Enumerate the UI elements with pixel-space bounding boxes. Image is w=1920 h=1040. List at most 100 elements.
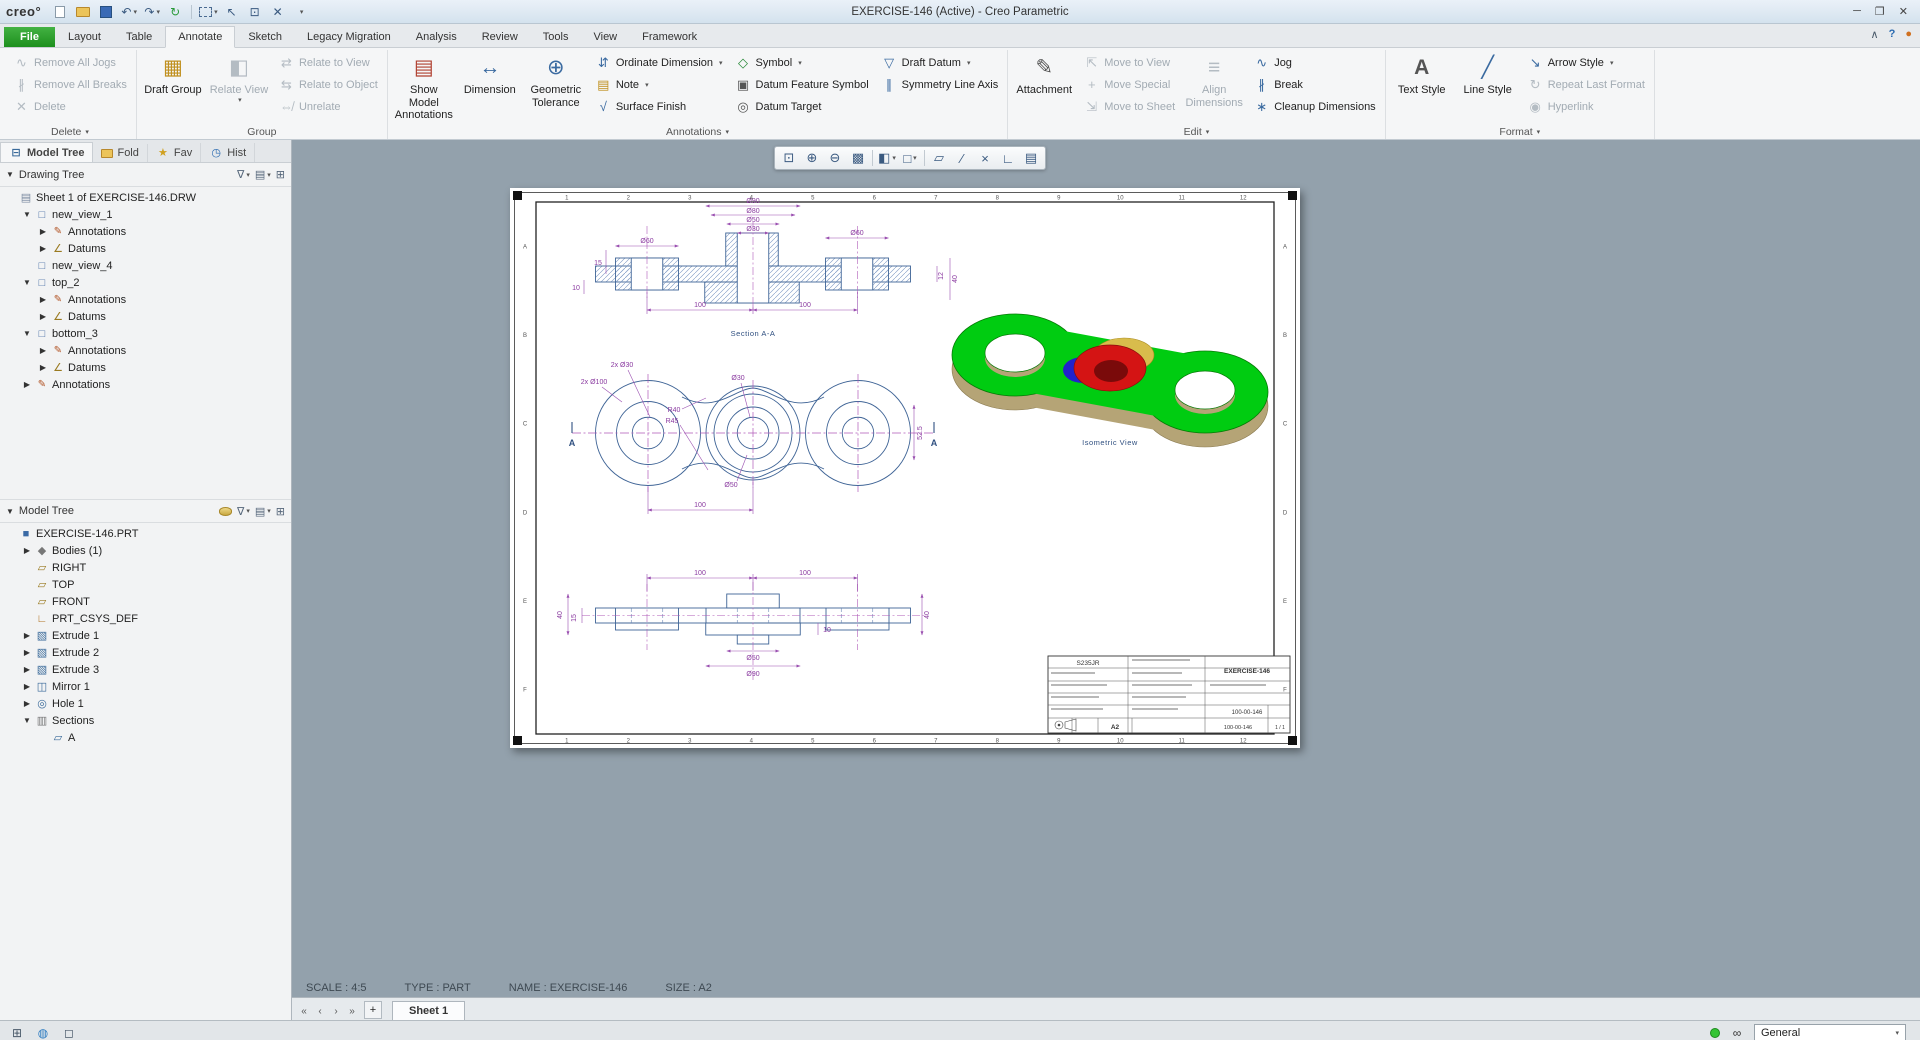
- first-sheet-button[interactable]: «: [296, 1002, 312, 1020]
- redo-button[interactable]: ↷ ▾: [143, 3, 161, 21]
- tree-item-top-2[interactable]: ▼ □ top_2: [0, 274, 291, 291]
- group-label-format[interactable]: Format ▾: [1390, 124, 1650, 139]
- expand-icon[interactable]: ▼: [22, 716, 32, 725]
- tab-legacy-migration[interactable]: Legacy Migration: [295, 27, 403, 47]
- section-view[interactable]: Ø90 Ø80 Ø50 Ø30 Ø60 Ø60 15 10 12 40 100 …: [572, 198, 959, 338]
- expand-icon[interactable]: ▶: [38, 312, 48, 321]
- dim-100-right[interactable]: 100: [799, 302, 811, 309]
- ordinate-caret-icon[interactable]: ▾: [719, 59, 723, 67]
- dim-12[interactable]: 12: [938, 272, 945, 280]
- line-style-button[interactable]: ╱ Line Style: [1456, 52, 1520, 120]
- tree-item-extrude-2[interactable]: ▶ ▧ Extrude 2: [0, 644, 291, 661]
- tree-item-bottom-3[interactable]: ▼ □ bottom_3: [0, 325, 291, 342]
- refit-button[interactable]: ⊡: [778, 148, 800, 168]
- dim-100-bottom-right[interactable]: 100: [799, 570, 811, 577]
- group-label-group[interactable]: Group: [141, 124, 383, 139]
- move-to-sheet-button[interactable]: ⇲ Move to Sheet: [1078, 96, 1180, 117]
- relate-to-object-button[interactable]: ⇆ Relate to Object: [273, 74, 383, 95]
- tree-item-annotations-root[interactable]: ▶ ✎ Annotations: [0, 376, 291, 393]
- dim-d60-right[interactable]: Ø60: [850, 230, 863, 237]
- dim-r40[interactable]: R40: [668, 407, 681, 414]
- attachment-button[interactable]: ✎ Attachment: [1012, 52, 1076, 120]
- zoom-in-button[interactable]: ⊕: [801, 148, 823, 168]
- find-icon[interactable]: ∞: [1728, 1024, 1746, 1040]
- draft-datum-button[interactable]: ▽ Draft Datum ▾: [876, 52, 1004, 73]
- save-button[interactable]: [97, 3, 115, 21]
- move-to-view-button[interactable]: ⇱ Move to View: [1078, 52, 1180, 73]
- plan-view[interactable]: 2x Ø30 2x Ø100 R40 R45 Ø30 Ø50 52.5 100 …: [569, 362, 938, 514]
- display-style-button[interactable]: ◧ ▾: [876, 148, 898, 168]
- tab-history[interactable]: ◷ Hist: [201, 143, 256, 162]
- tree-item-new-view-4[interactable]: ▶□new_view_4: [0, 257, 291, 274]
- tree-item-datums[interactable]: ▶ ∠ Datums: [0, 308, 291, 325]
- dim-d30[interactable]: Ø30: [746, 226, 759, 233]
- redo-caret-icon[interactable]: ▾: [156, 8, 160, 16]
- dim-40[interactable]: 40: [952, 275, 959, 283]
- expand-icon[interactable]: ▶: [22, 682, 32, 691]
- graphics-area[interactable]: ⊡ ⊕ ⊖ ▩ ◧ ▾ □ ▾ ▱ ∕ × ∟ ▤ Ø90 Ø80 Ø50 Ø3…: [292, 140, 1920, 1020]
- model-tree-filter-icon[interactable]: ∇ ▾: [237, 505, 250, 518]
- drawing-tree-collapse-icon[interactable]: ▼: [6, 170, 14, 179]
- relate-view-button[interactable]: ◧ Relate View ▾: [207, 52, 271, 120]
- expand-icon[interactable]: ▶: [38, 346, 48, 355]
- show-model-annotations-button[interactable]: ▤ Show Model Annotations: [392, 52, 456, 125]
- dim-10-bottom[interactable]: 10: [823, 627, 831, 634]
- dim-100-plan[interactable]: 100: [694, 502, 706, 509]
- remove-all-jogs-button[interactable]: ∿ Remove All Jogs: [8, 52, 132, 73]
- maximize-button[interactable]: ❐: [1875, 5, 1885, 18]
- move-special-button[interactable]: + Move Special: [1078, 74, 1180, 95]
- tree-item-datums[interactable]: ▶ ∠ Datums: [0, 359, 291, 376]
- new-file-button[interactable]: [51, 3, 69, 21]
- dim-100-left[interactable]: 100: [694, 302, 706, 309]
- tab-folder-browser[interactable]: Fold: [93, 144, 148, 162]
- select-box-button[interactable]: ▾: [199, 3, 218, 21]
- draft-datum-caret-icon[interactable]: ▾: [967, 59, 971, 67]
- tree-item-part[interactable]: ▶■EXERCISE-146.PRT: [0, 525, 291, 542]
- arrow-style-caret-icon[interactable]: ▾: [1610, 59, 1614, 67]
- expand-icon[interactable]: ▶: [22, 380, 32, 389]
- tree-item-datums[interactable]: ▶ ∠ Datums: [0, 240, 291, 257]
- close-window-button[interactable]: ✕: [269, 3, 287, 21]
- dim-15-bottom[interactable]: 15: [571, 614, 578, 622]
- add-sheet-button[interactable]: +: [364, 1001, 382, 1019]
- tab-layout[interactable]: Layout: [56, 27, 113, 47]
- tree-item-section-a[interactable]: ▶▱A: [0, 729, 291, 746]
- sheet-svg[interactable]: Ø90 Ø80 Ø50 Ø30 Ø60 Ø60 15 10 12 40 100 …: [510, 188, 1300, 748]
- group-label-edit[interactable]: Edit ▾: [1012, 124, 1380, 139]
- dim-10[interactable]: 10: [572, 285, 580, 292]
- tree-columns-icon[interactable]: ▤ ▾: [255, 168, 271, 181]
- tab-review[interactable]: Review: [470, 27, 530, 47]
- selection-filter-select[interactable]: General ▾: [1754, 1023, 1906, 1040]
- tree-item-front-plane[interactable]: ▶▱FRONT: [0, 593, 291, 610]
- model-tree-collapse-icon[interactable]: ▼: [6, 507, 14, 516]
- expand-icon[interactable]: ▶: [38, 244, 48, 253]
- panel-toggle-icon[interactable]: ◻: [60, 1024, 78, 1040]
- geometric-tolerance-button[interactable]: ⊕ Geometric Tolerance: [524, 52, 588, 120]
- align-dimensions-button[interactable]: ≡ Align Dimensions: [1182, 52, 1246, 120]
- select-caret-icon[interactable]: ▾: [214, 8, 218, 16]
- tree-item-csys[interactable]: ▶∟PRT_CSYS_DEF: [0, 610, 291, 627]
- csys-display-button[interactable]: ∟: [997, 148, 1019, 168]
- dim-d30-plan[interactable]: Ø30: [731, 375, 744, 382]
- break-button[interactable]: ∦ Break: [1248, 74, 1381, 95]
- tab-table[interactable]: Table: [114, 27, 164, 47]
- tab-annotate[interactable]: Annotate: [165, 26, 236, 48]
- dim-2x-d30[interactable]: 2x Ø30: [611, 362, 634, 369]
- dim-d90-bottom[interactable]: Ø90: [746, 671, 759, 678]
- text-style-button[interactable]: A Text Style: [1390, 52, 1454, 120]
- datum-target-button[interactable]: ◎ Datum Target: [730, 96, 874, 117]
- selection-filter-icon[interactable]: ⊞: [8, 1024, 26, 1040]
- group-label-annotations[interactable]: Annotations ▾: [392, 125, 1003, 139]
- draft-group-button[interactable]: ▦ Draft Group: [141, 52, 205, 120]
- datum-plane-display-button[interactable]: ▱: [928, 148, 950, 168]
- tab-framework[interactable]: Framework: [630, 27, 709, 47]
- isometric-view[interactable]: Isometric View: [951, 313, 1269, 448]
- dim-100-bottom-left[interactable]: 100: [694, 570, 706, 577]
- close-button[interactable]: ✕: [1899, 5, 1908, 18]
- tree-item-top-plane[interactable]: ▶▱TOP: [0, 576, 291, 593]
- dim-40-bottom-left[interactable]: 40: [557, 611, 564, 619]
- collapse-ribbon-icon[interactable]: ∧: [1871, 28, 1879, 41]
- tree-item-sections[interactable]: ▼ ▥ Sections: [0, 712, 291, 729]
- expand-icon[interactable]: ▶: [38, 295, 48, 304]
- tab-view[interactable]: View: [581, 27, 629, 47]
